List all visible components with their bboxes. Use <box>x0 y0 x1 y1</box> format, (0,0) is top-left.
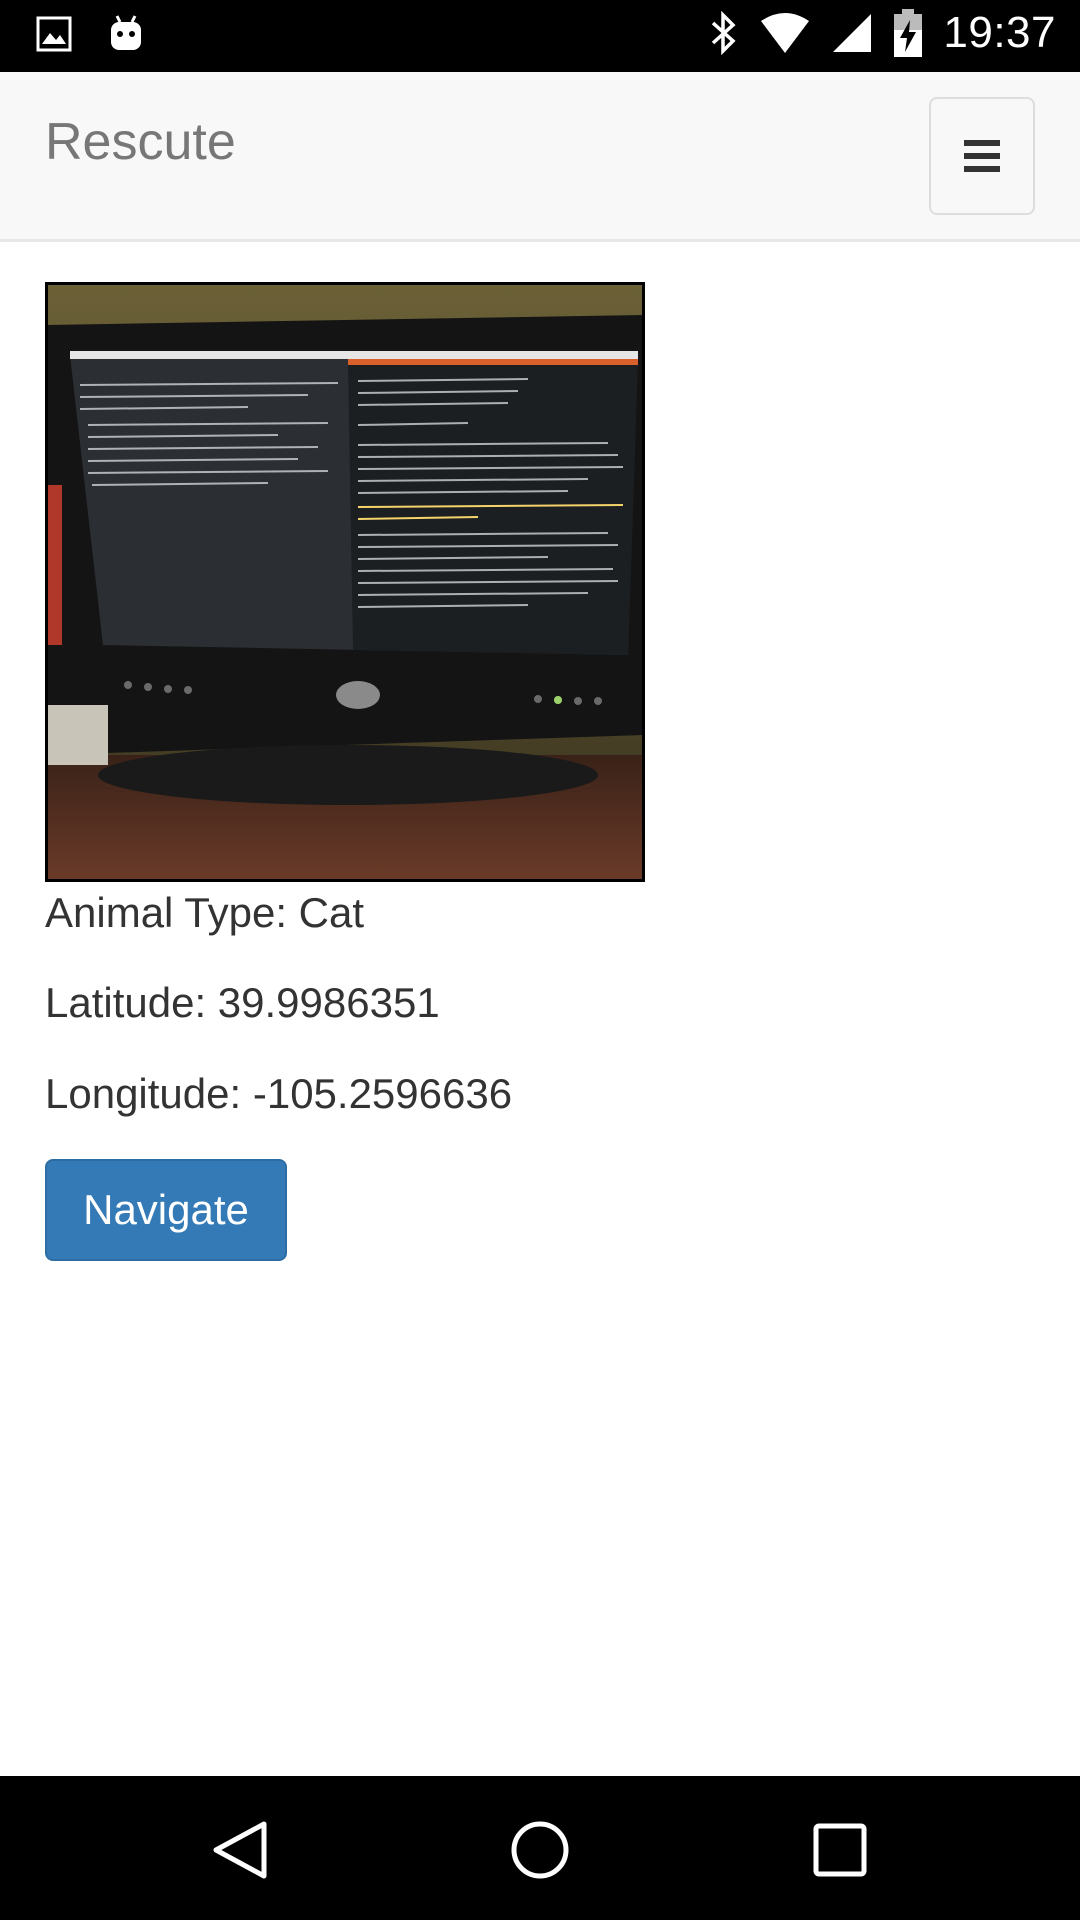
android-icon <box>108 14 144 54</box>
battery-charging-icon <box>893 8 923 58</box>
status-right-icons: 19:37 <box>709 8 1056 58</box>
animal-photo <box>45 282 645 882</box>
wifi-icon <box>759 11 811 55</box>
back-icon[interactable] <box>208 1818 272 1882</box>
home-icon[interactable] <box>508 1818 572 1882</box>
bluetooth-icon <box>709 11 739 55</box>
hamburger-menu-icon <box>964 140 1000 172</box>
menu-toggle-button[interactable] <box>929 97 1035 215</box>
brand-title[interactable]: Rescute <box>45 112 236 172</box>
image-icon <box>36 16 72 52</box>
status-time: 19:37 <box>943 8 1056 57</box>
signal-icon <box>831 12 873 54</box>
navigate-button[interactable]: Navigate <box>45 1159 287 1262</box>
status-bar: 19:37 <box>0 0 1080 72</box>
latitude: Latitude: 39.9986351 <box>45 979 440 1027</box>
animal-type: Animal Type: Cat <box>45 889 365 936</box>
animal-details: Animal Type: Cat Latitude: 39.9986351 Lo… <box>45 282 1035 1262</box>
system-nav-bar <box>0 1776 1080 1920</box>
longitude: Longitude: -105.2596636 <box>45 1069 513 1117</box>
recents-icon[interactable] <box>808 1818 872 1882</box>
status-left-icons <box>36 14 144 54</box>
navbar: Rescute <box>0 72 1080 242</box>
